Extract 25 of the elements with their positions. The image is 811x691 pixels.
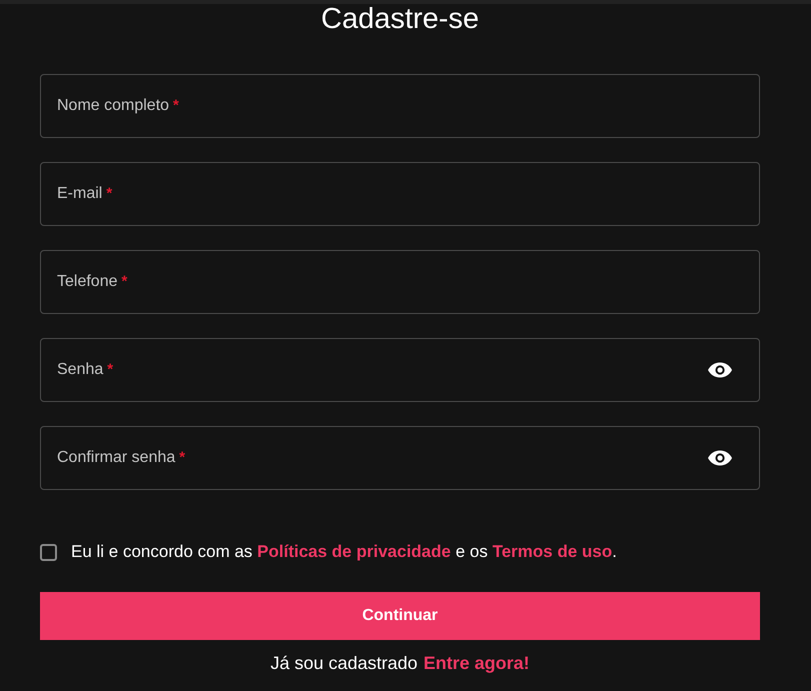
input-field[interactable]: Telefone * xyxy=(40,250,760,314)
footer-text: Já sou cadastrado xyxy=(270,653,418,674)
field-label: Senha xyxy=(57,361,104,379)
link[interactable]: Políticas de privacidade xyxy=(257,542,451,561)
eye-icon[interactable] xyxy=(708,362,732,378)
field-label: Telefone xyxy=(57,273,118,291)
field-label: Confirmar senha xyxy=(57,449,176,467)
input-field[interactable]: Senha * xyxy=(40,338,760,402)
input-field[interactable]: E-mail * xyxy=(40,162,760,226)
required-mark: * xyxy=(179,449,186,467)
eye-icon[interactable] xyxy=(708,450,732,466)
required-mark: * xyxy=(106,185,112,203)
field-label: E-mail xyxy=(57,185,102,203)
field-label: Nome completo xyxy=(57,97,170,115)
page-title: Cadastre-se xyxy=(320,4,480,34)
required-mark: * xyxy=(107,361,114,379)
required-mark: * xyxy=(122,273,128,291)
required-mark: * xyxy=(173,97,179,115)
input-field[interactable]: Nome completo * xyxy=(40,74,760,138)
input-field[interactable]: Confirmar senha * xyxy=(40,426,760,490)
login-link[interactable]: Entre agora! xyxy=(424,653,530,674)
consent-text: Eu li e concordo com as Políticas de privacidade e os Termos de uso. xyxy=(71,542,617,562)
checkbox[interactable] xyxy=(40,544,57,560)
continue-button[interactable]: Continuar xyxy=(40,592,760,640)
link[interactable]: Termos de uso xyxy=(492,542,612,561)
